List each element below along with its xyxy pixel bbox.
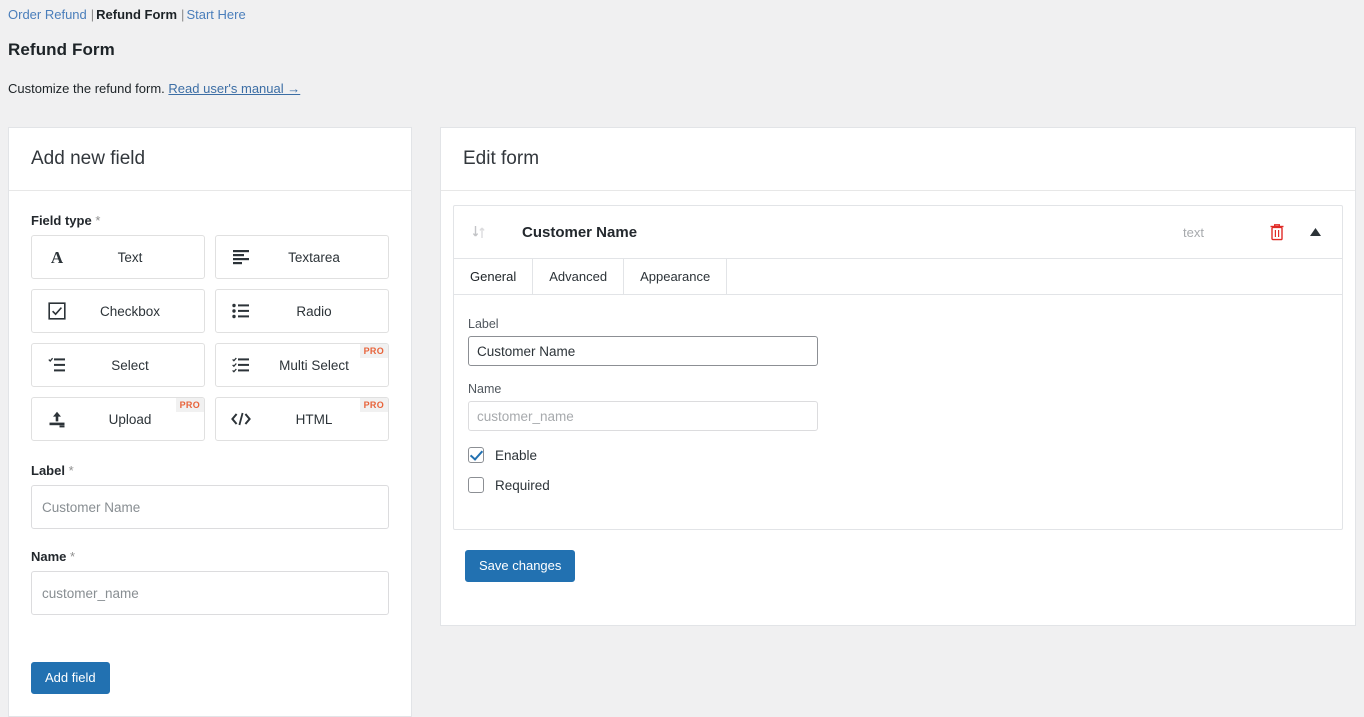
required-asterisk: * — [68, 463, 74, 478]
label-field-block: Label * — [31, 463, 389, 529]
svg-text:A: A — [51, 248, 64, 266]
required-checkbox[interactable] — [468, 477, 484, 493]
tab-advanced[interactable]: Advanced — [533, 259, 625, 294]
field-type-multi-select[interactable]: Multi Select PRO — [215, 343, 389, 387]
field-type-label: Field type * — [31, 213, 101, 228]
general-label-block: Label — [468, 317, 1328, 366]
label-input[interactable] — [31, 485, 389, 529]
field-card-type: text — [1183, 224, 1204, 240]
collapse-field-button[interactable] — [1302, 227, 1328, 237]
field-type-select[interactable]: Select — [31, 343, 205, 387]
required-asterisk: * — [70, 549, 76, 564]
name-input[interactable] — [31, 571, 389, 615]
checkbox-icon — [42, 302, 72, 320]
field-type-radio-label: Radio — [296, 303, 332, 319]
select-list-icon — [42, 357, 72, 373]
checklist-icon — [226, 357, 256, 373]
field-card-title: Customer Name — [522, 223, 638, 241]
general-label-input[interactable] — [468, 336, 818, 366]
caret-up-icon — [1309, 228, 1321, 236]
field-type-textarea-label: Textarea — [288, 249, 340, 265]
page-title: Refund Form — [8, 40, 115, 59]
field-tabs: General Advanced Appearance — [454, 259, 1342, 295]
add-new-field-body: Field type * A Text Textarea Checkbox Ra… — [9, 191, 411, 694]
sort-handle-icon[interactable] — [466, 224, 492, 240]
field-type-upload[interactable]: Upload PRO — [31, 397, 205, 441]
code-icon — [226, 411, 256, 427]
tab-panel-general: Label Name Enable Required — [454, 295, 1342, 529]
breadcrumb-item-refund-form: Refund Form — [96, 7, 178, 22]
breadcrumb-item-order-refund[interactable]: Order Refund — [8, 7, 87, 22]
field-type-select-label: Select — [111, 357, 149, 373]
enable-checkbox-row[interactable]: Enable — [468, 447, 1328, 463]
edit-form-body: Customer Name text General Advanced Appe… — [441, 191, 1355, 582]
breadcrumb-item-start-here[interactable]: Start Here — [186, 7, 245, 22]
pro-badge: PRO — [359, 398, 388, 412]
field-type-upload-label: Upload — [108, 411, 152, 427]
add-new-field-panel: Add new field Field type * A Text Textar… — [8, 127, 412, 717]
field-type-textarea[interactable]: Textarea — [215, 235, 389, 279]
field-type-multi-select-label: Multi Select — [279, 357, 349, 373]
breadcrumb: Order Refund | Refund Form | Start Here — [8, 6, 246, 23]
general-name-input[interactable] — [468, 401, 818, 431]
general-label-caption: Label — [468, 317, 499, 331]
breadcrumb-separator: | — [90, 7, 95, 22]
tab-appearance[interactable]: Appearance — [624, 259, 728, 294]
label-field-label: Label * — [31, 463, 74, 478]
enable-checkbox-label: Enable — [495, 447, 538, 463]
user-manual-link[interactable]: Read user's manual → — [168, 81, 300, 96]
edit-form-heading: Edit form — [441, 128, 1355, 191]
bullet-list-icon — [226, 303, 256, 319]
save-changes-button[interactable]: Save changes — [465, 550, 576, 582]
letter-a-icon: A — [42, 248, 72, 266]
add-new-field-heading: Add new field — [9, 128, 411, 191]
field-type-grid: A Text Textarea Checkbox Radio Select Mu… — [31, 235, 389, 441]
enable-checkbox[interactable] — [468, 447, 484, 463]
pro-badge: PRO — [175, 398, 204, 412]
field-card-customer-name: Customer Name text General Advanced Appe… — [453, 205, 1343, 530]
trash-icon — [1270, 224, 1284, 241]
edit-form-panel: Edit form Customer Name text General Adv… — [440, 127, 1356, 626]
required-asterisk: * — [95, 213, 101, 228]
page-description-text: Customize the refund form. — [8, 81, 165, 96]
page-description: Customize the refund form. Read user's m… — [8, 81, 300, 96]
tab-general[interactable]: General — [454, 259, 534, 294]
align-left-icon — [226, 249, 256, 265]
pro-badge: PRO — [359, 344, 388, 358]
name-field-label: Name * — [31, 549, 76, 564]
general-name-caption: Name — [468, 382, 502, 396]
required-checkbox-row[interactable]: Required — [468, 477, 1328, 493]
upload-icon — [42, 411, 72, 428]
field-type-radio[interactable]: Radio — [215, 289, 389, 333]
required-checkbox-label: Required — [495, 477, 550, 493]
field-card-header: Customer Name text — [454, 206, 1342, 259]
add-field-button[interactable]: Add field — [31, 662, 110, 694]
delete-field-button[interactable] — [1264, 223, 1290, 241]
field-type-html[interactable]: HTML PRO — [215, 397, 389, 441]
field-type-text-label: Text — [117, 249, 143, 265]
field-type-text[interactable]: A Text — [31, 235, 205, 279]
general-name-block: Name — [468, 382, 1328, 431]
field-type-checkbox-label: Checkbox — [99, 303, 161, 319]
field-type-html-label: HTML — [295, 411, 333, 427]
field-type-checkbox[interactable]: Checkbox — [31, 289, 205, 333]
name-field-block: Name * — [31, 549, 389, 615]
